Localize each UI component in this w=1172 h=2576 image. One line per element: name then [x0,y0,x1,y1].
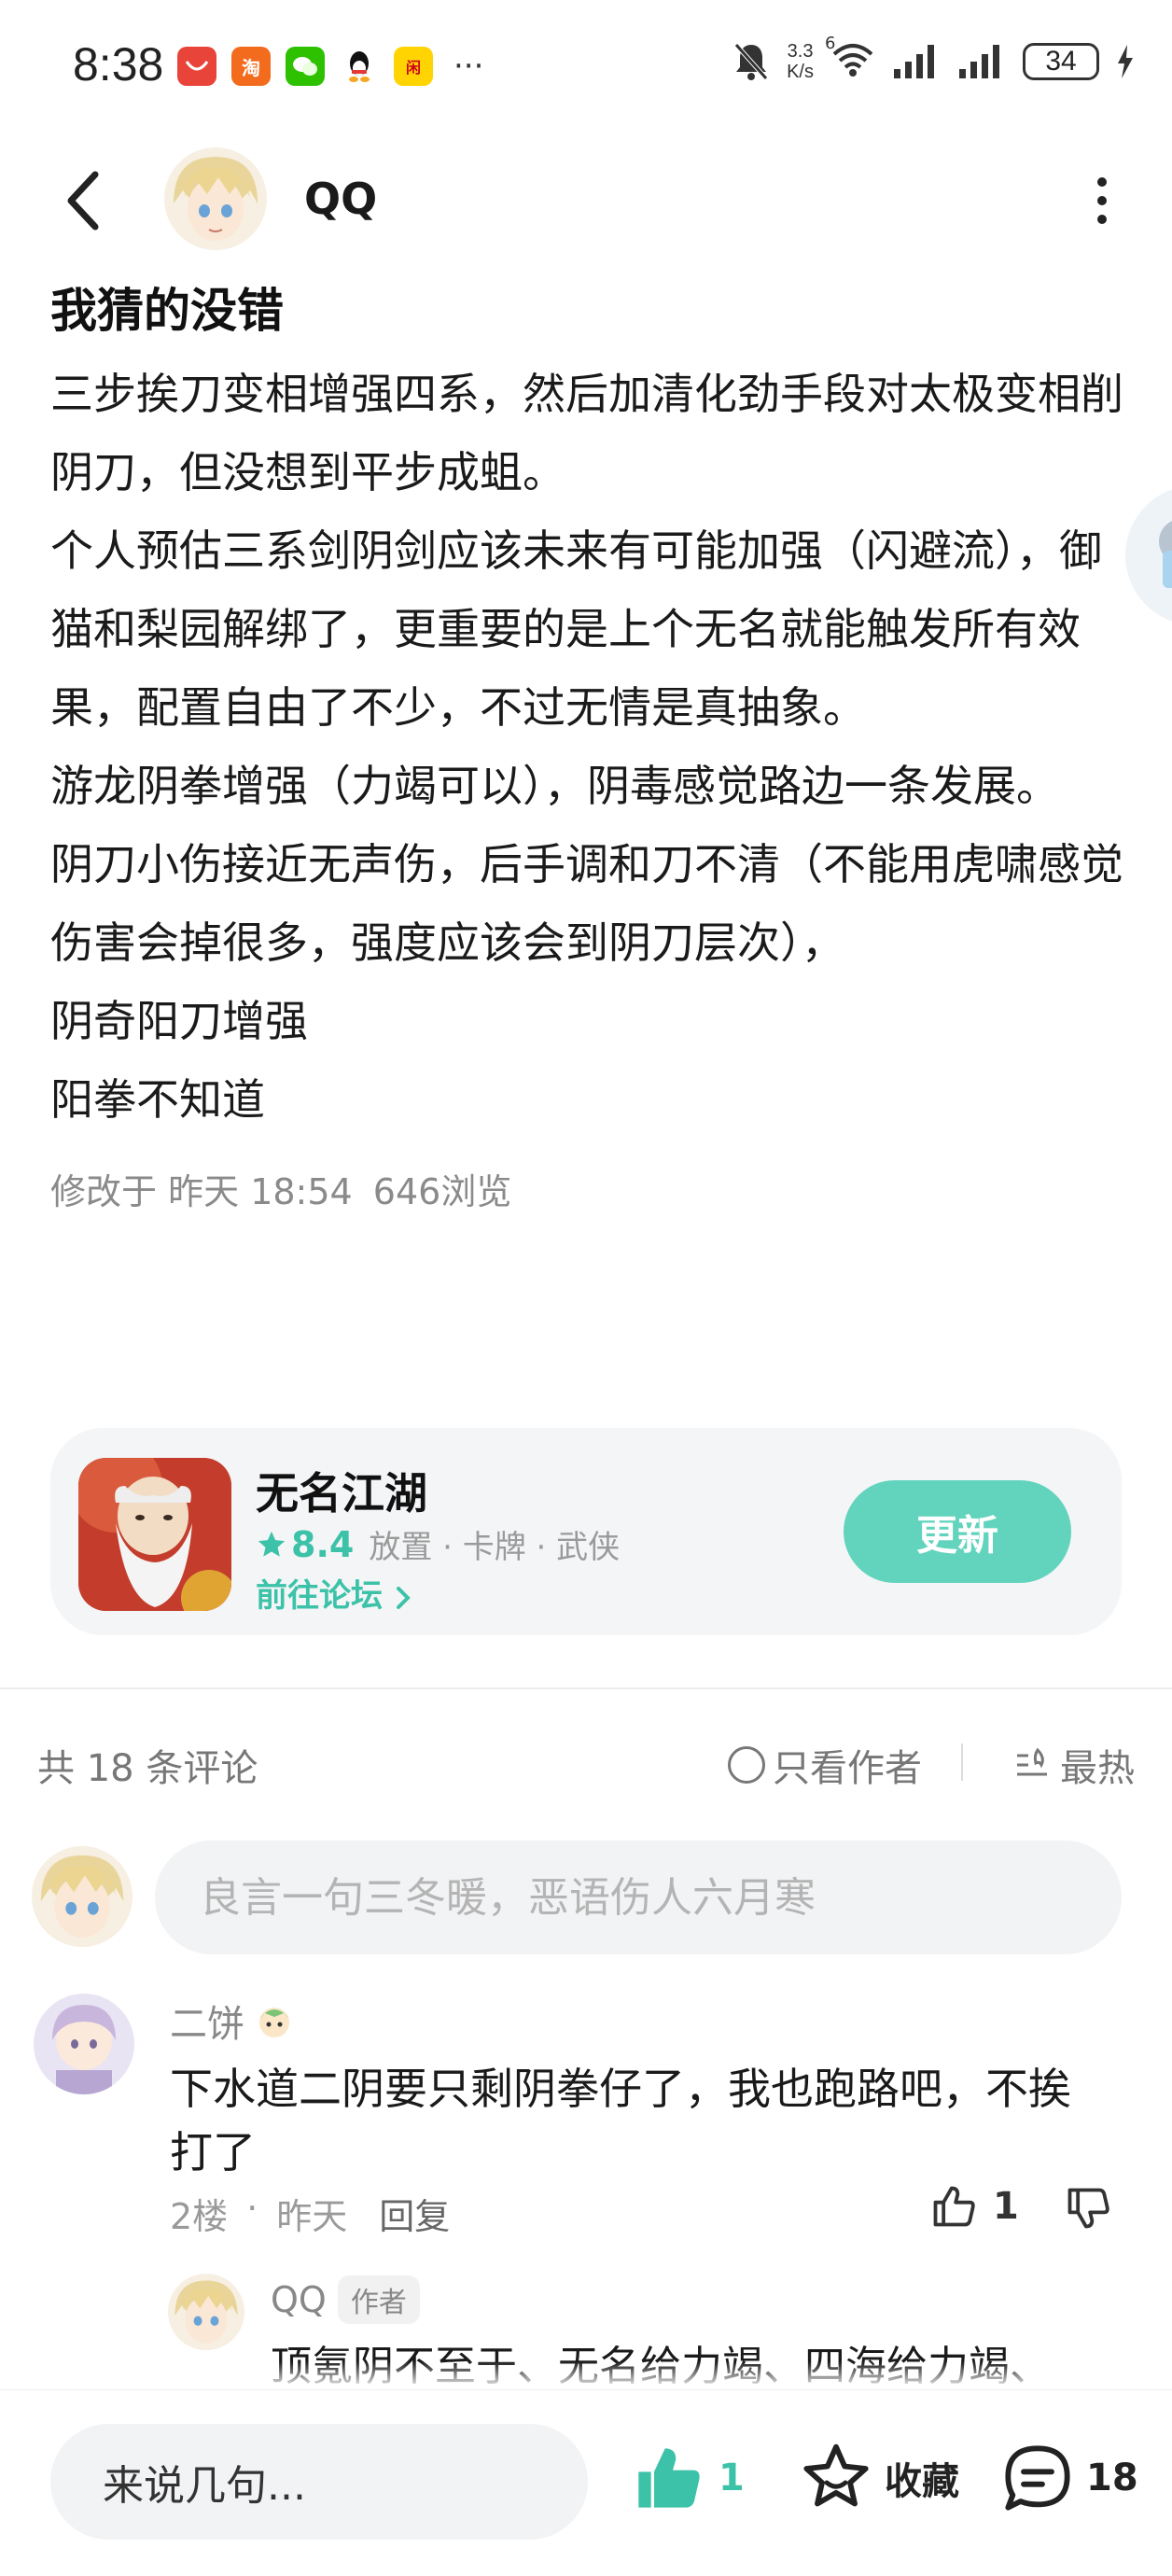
commenter-name-row: 二饼 [170,1994,295,2048]
favorite-icon [803,2443,869,2507]
my-avatar [32,1846,133,1947]
game-app-rating: 8.4 [291,1523,355,1565]
comment-like-count: 1 [993,2185,1019,2228]
comments-header: 共 18 条评论 只看作者 最热 [37,1738,1135,1794]
view-count: 646浏览 [372,1171,512,1212]
reply-author-avatar[interactable] [168,2274,244,2350]
comment-meta: 2楼 · 昨天 回复 [170,2188,451,2239]
more-options-button[interactable] [1088,177,1116,224]
thumb-up-icon [638,2448,700,2508]
section-divider [0,1687,1172,1689]
bottom-action-bar: 来说几句... 1 收藏 18 [0,2389,1172,2576]
bottom-fade [0,2361,1172,2389]
wechat-icon [286,47,325,86]
author-badge: 作者 [337,2275,420,2324]
post-content: 我猜的没错 三步挨刀变相增强四系，然后加清化劲手段对太极变相削阴刀，但没想到平步… [50,278,1123,1214]
post-paragraph: 三步挨刀变相增强四系，然后加清化劲手段对太极变相削阴刀，但没想到平步成蛆。 [50,369,1123,497]
post-body: 三步挨刀变相增强四系，然后加清化劲手段对太极变相削阴刀，但没想到平步成蛆。 个人… [50,355,1123,1139]
comment-like-button[interactable]: 1 [929,2182,1019,2231]
comment-text: 下水道二阴要只剩阴拳仔了，我也跑路吧，不挨打了 [170,2064,1071,2177]
more-notifications-icon: ··· [453,48,484,85]
reply-button[interactable]: 回复 [379,2188,450,2239]
post-meta: 修改于 昨天 18:54 646浏览 [50,1163,1123,1214]
thumb-up-icon [933,2186,975,2227]
only-author-toggle[interactable]: 只看作者 [728,1738,922,1792]
post-title: 我猜的没错 [50,284,284,338]
chevron-right-icon [396,1586,411,1609]
notification-icons: 淘 闲 ··· [177,47,483,86]
comment-time: 昨天 [276,2196,348,2237]
post-paragraph: 阳拳不知道 [50,1074,265,1125]
back-button[interactable] [56,168,112,233]
favorite-label: 收藏 [885,2460,959,2503]
modified-label: 修改于 [50,1171,158,1212]
huawei-appgallery-icon [177,47,216,86]
game-app-icon: 闲 [394,47,433,86]
floating-assistant-tab[interactable] [1125,485,1172,625]
author-name[interactable]: QQ [304,174,377,224]
qq-icon [340,47,379,86]
reply-author-name[interactable]: QQ [271,2279,327,2320]
comment-dislike-button[interactable] [1064,2184,1112,2236]
commenter-avatar[interactable] [34,1994,134,2094]
post-paragraph: 阴刀小伤接近无声伤，后手调和刀不清（不能用虎啸感觉伤害会掉很多，强度应该会到阴刀… [50,839,1123,968]
commenter-name[interactable]: 二饼 [170,1994,244,2048]
update-button[interactable]: 更新 [844,1480,1071,1583]
taobao-icon: 淘 [231,47,271,86]
circle-icon [728,1746,765,1784]
wifi-icon: 6 [825,34,875,82]
post-paragraph: 游龙阴拳增强（力竭可以），阴毒感觉路边一条发展。 [50,761,1059,811]
more-icon [1097,177,1107,187]
post-paragraph: 个人预估三系剑阴剑应该未来有可能加强（闪避流），御猫和梨园解绑了，更重要的是上个… [50,525,1102,733]
status-time: 8:38 [73,38,164,91]
comments-count: 共 18 条评论 [37,1747,258,1790]
game-app-card[interactable]: 无名江湖 8.4 放置 · 卡牌 · 武侠 前往论坛 更新 [50,1428,1122,1635]
battery-indicator: 34 [1023,43,1099,80]
system-icons: 3.3 K/s 6 34 [732,34,1135,82]
status-bar: 8:38 淘 闲 ··· 3.3 K/s 6 34 [0,0,1172,131]
game-app-tags: 放置 · 卡牌 · 武侠 [369,1529,621,1566]
post-paragraph: 阴奇阳刀增强 [50,996,308,1046]
post-like-count: 1 [719,2457,745,2499]
comment-input[interactable] [155,1841,1122,1954]
comments-button[interactable]: 18 [1000,2441,1138,2515]
comment-count: 18 [1086,2457,1138,2499]
sort-hot-icon [1017,1747,1047,1776]
star-icon [258,1531,286,1557]
favorite-button[interactable]: 收藏 [799,2441,959,2515]
reply-name-row: QQ 作者 [271,2275,420,2324]
goto-forum-link[interactable]: 前往论坛 [256,1570,412,1616]
charging-icon [1118,45,1133,78]
post-header: QQ [0,140,1172,261]
signal-icon-2 [959,45,999,78]
sort-hot-button[interactable]: 最热 [1013,1738,1135,1792]
game-app-rating-row: 8.4 放置 · 卡牌 · 武侠 [256,1521,620,1567]
game-app-name: 无名江湖 [256,1468,427,1519]
network-speed: 3.3 K/s [787,41,814,82]
bottom-comment-input[interactable]: 来说几句... [50,2424,588,2540]
back-icon [67,171,99,231]
user-badge-icon [259,2008,289,2037]
mute-bell-icon [734,43,768,80]
author-avatar[interactable] [164,147,267,250]
divider [961,1743,963,1781]
signal-icon [894,45,934,78]
thumb-down-icon [1067,2188,1109,2229]
post-like-button[interactable]: 1 [631,2441,745,2515]
comment-icon [1005,2445,1070,2511]
comment-floor: 2楼 [170,2196,229,2237]
modified-time: 昨天 18:54 [168,1171,353,1212]
game-app-icon[interactable] [78,1458,231,1611]
